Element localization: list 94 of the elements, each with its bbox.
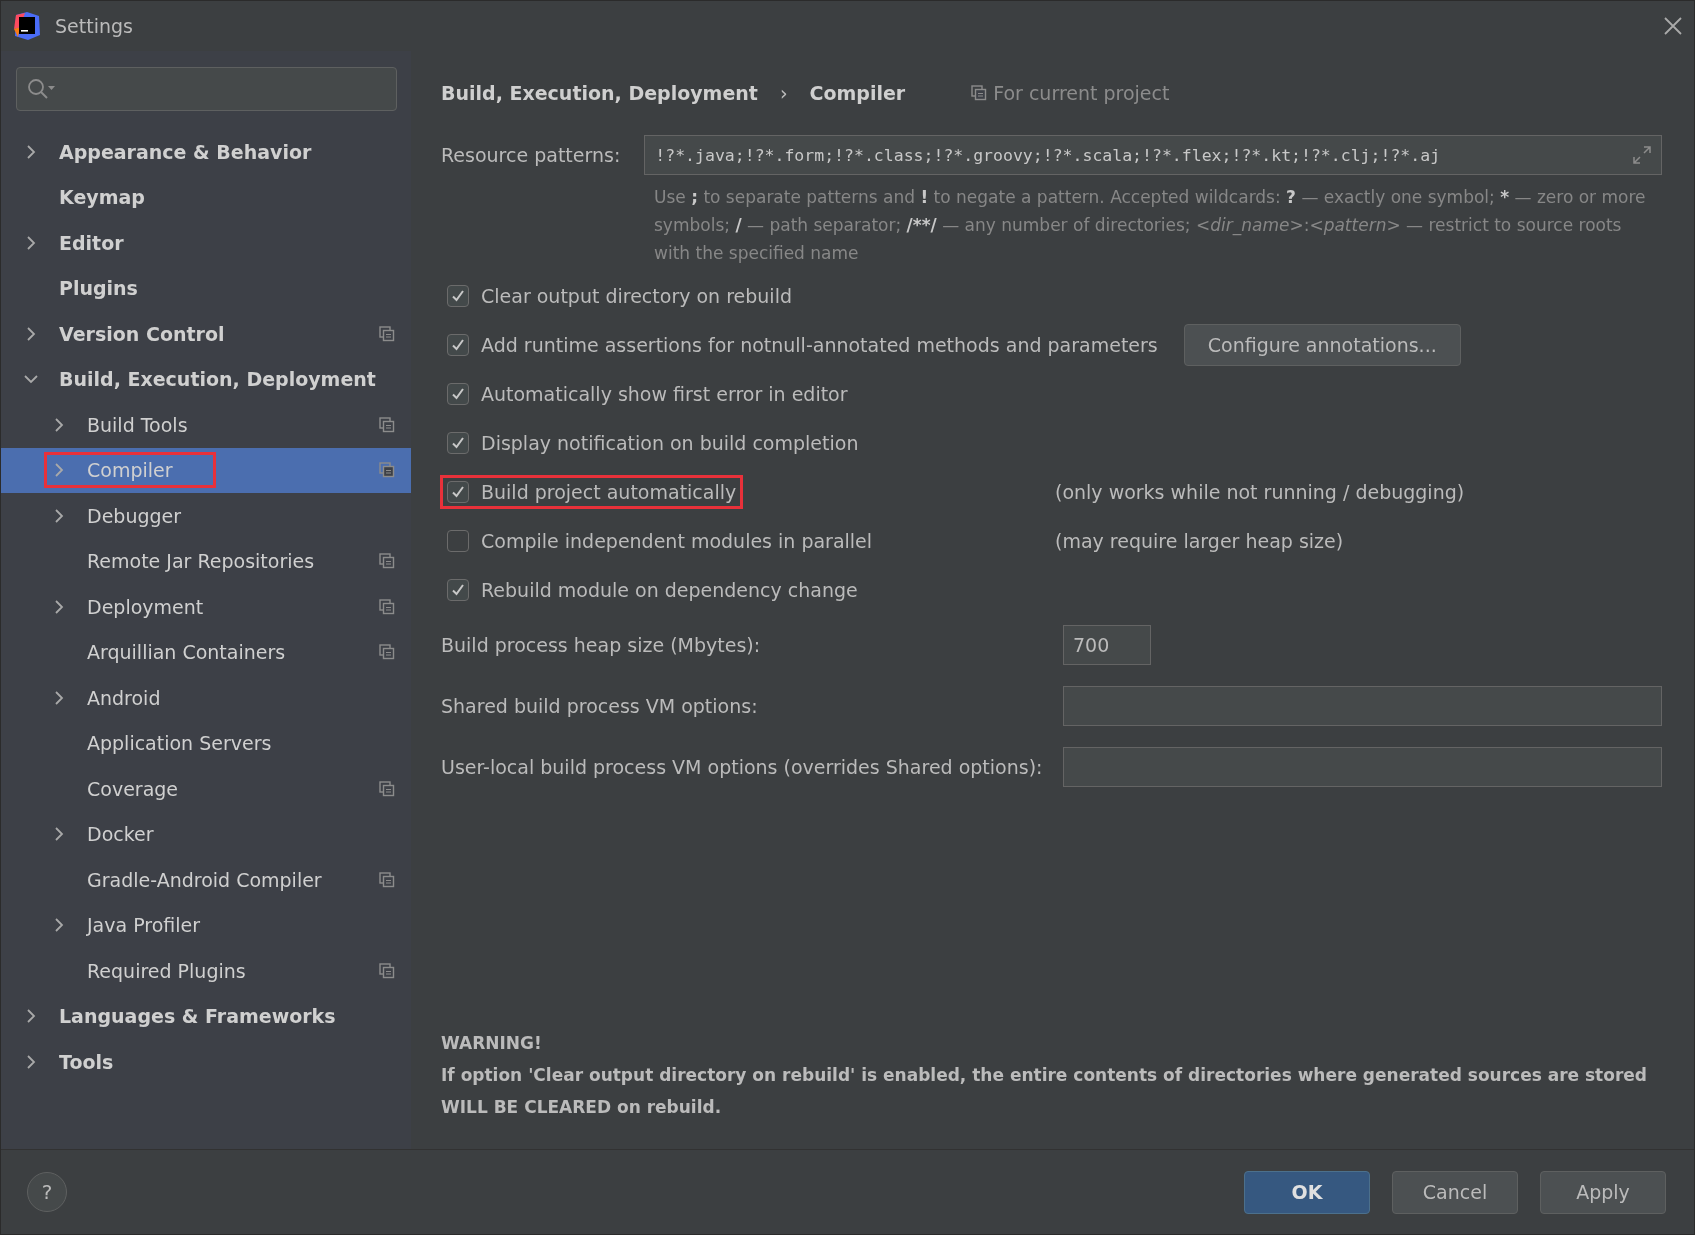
tree-item[interactable]: Keymap: [1, 174, 411, 220]
tree-item[interactable]: Android: [1, 675, 411, 721]
option-note: (only works while not running / debugging): [1055, 480, 1465, 503]
tree-item-label: Arquillian Containers: [87, 641, 286, 664]
copy-icon: [379, 644, 395, 661]
copy-icon: [379, 553, 395, 570]
tree-item-label: Languages & Frameworks: [59, 1005, 336, 1028]
copy-icon: [971, 85, 988, 101]
tree-item-label: Appearance & Behavior: [59, 140, 312, 163]
help-button[interactable]: ?: [27, 1172, 67, 1212]
tree-item-label: Docker: [87, 823, 154, 846]
checkbox[interactable]: [447, 333, 469, 356]
tree-item[interactable]: Build Tools: [1, 402, 411, 448]
copy-icon: [379, 962, 395, 979]
tree-item-label: Gradle-Android Compiler: [87, 868, 322, 891]
copy-icon: [379, 871, 395, 888]
hint-text: Use ; to separate patterns and ! to negate a pattern. Accepted wildcards: ? — exactly one symbol; * — zero or more symbols; / — path separator; /**/ — any number of directories; <dir_name>:<pattern> — restrict to source roots with the specified name: [654, 186, 1647, 265]
configure-button[interactable]: Configure annotations...: [1183, 323, 1461, 366]
checkbox[interactable]: [447, 480, 469, 503]
close-icon[interactable]: [1664, 17, 1682, 35]
breadcrumb-link[interactable]: Build, Execution, Deployment: [441, 82, 758, 104]
checkbox[interactable]: [447, 382, 469, 405]
warning-text: WILL BE CLEARED on rebuild.: [441, 1096, 723, 1119]
tree-item-label: Application Servers: [87, 732, 272, 755]
checkbox-label: Clear output directory on rebuild: [481, 284, 792, 307]
field-label: Resource patterns:: [441, 144, 621, 166]
tree-item[interactable]: Deployment: [1, 584, 411, 630]
copy-icon: [379, 462, 395, 479]
checkbox-label: Compile independent modules in parallel: [481, 529, 873, 552]
tree-item-label: Build, Execution, Deployment: [59, 368, 376, 391]
tree-item-label: Debugger: [87, 504, 182, 527]
dialog-button[interactable]: Cancel: [1392, 1170, 1518, 1214]
tree-item[interactable]: Java Profiler: [1, 902, 411, 948]
tree-item[interactable]: Application Servers: [1, 720, 411, 766]
tree-item-label: Java Profiler: [87, 914, 201, 937]
resource-patterns-field[interactable]: !?*.java;!?*.form;!?*.class;!?*.groovy;!?*.scala;!?*.flex;!?*.kt;!?*.clj;!?*.aj: [644, 135, 1662, 175]
tree-item-label: Required Plugins: [87, 959, 246, 982]
checkbox[interactable]: [447, 529, 469, 552]
tree-item[interactable]: Remote Jar Repositories: [1, 538, 411, 584]
search-field[interactable]: [16, 67, 397, 111]
tree-item[interactable]: Languages & Frameworks: [1, 993, 411, 1039]
field-label: Shared build process VM options:: [441, 694, 759, 717]
warning-title: WARNING!: [441, 1032, 543, 1055]
tree-item[interactable]: Plugins: [1, 265, 411, 311]
option-note: (may require larger heap size): [1055, 529, 1344, 552]
field-label: User-local build process VM options (overrides Shared options):: [441, 755, 1044, 778]
tree-item-label: Build Tools: [87, 413, 188, 436]
copy-icon: [379, 598, 395, 615]
field-label: Build process heap size (Mbytes):: [441, 633, 762, 656]
checkbox-label: Rebuild module on dependency change: [481, 578, 858, 601]
window-title: Settings: [55, 15, 133, 37]
tree-item[interactable]: Required Plugins: [1, 948, 411, 994]
tree-item-label: Remote Jar Repositories: [87, 550, 315, 573]
checkbox-label: Display notification on build completion: [481, 431, 859, 454]
tree-item-label: Plugins: [59, 277, 138, 300]
search-icon: [27, 78, 57, 100]
tree-item[interactable]: Debugger: [1, 493, 411, 539]
breadcrumb-current: Compiler: [809, 82, 906, 104]
dialog-button[interactable]: OK: [1244, 1170, 1370, 1214]
breadcrumb-separator: ›: [779, 82, 788, 104]
input-field[interactable]: 700: [1063, 624, 1151, 665]
tree-item[interactable]: Editor: [1, 220, 411, 266]
tree-item[interactable]: Arquillian Containers: [1, 629, 411, 675]
tree-item[interactable]: Appearance & Behavior: [1, 129, 411, 175]
input-field[interactable]: [1063, 746, 1662, 787]
tree-item-label: Version Control: [59, 322, 225, 345]
app-logo-icon: [13, 11, 41, 41]
tree-item-label: Keymap: [59, 186, 145, 209]
checkbox-label: Build project automatically: [481, 480, 737, 503]
tree-item-label: Editor: [59, 231, 124, 254]
tree-item-label: Coverage: [87, 777, 179, 800]
checkbox-label: Automatically show first error in editor: [481, 382, 848, 405]
copy-icon: [379, 416, 395, 433]
tree-item[interactable]: Coverage: [1, 766, 411, 812]
copy-icon: [379, 325, 395, 342]
warning-text: If option 'Clear output directory on rebuild' is enabled, the entire contents of directories where generated sources are stored: [441, 1064, 1648, 1087]
checkbox[interactable]: [447, 431, 469, 454]
checkbox[interactable]: [447, 284, 469, 307]
input-field[interactable]: [1063, 685, 1662, 726]
tree-item[interactable]: Gradle-Android Compiler: [1, 857, 411, 903]
tree-item[interactable]: Build, Execution, Deployment: [1, 356, 411, 402]
checkbox-label: Add runtime assertions for notnull-annotated methods and parameters: [481, 333, 1158, 356]
expand-icon[interactable]: [1632, 145, 1652, 165]
dialog-button[interactable]: Apply: [1540, 1170, 1666, 1214]
tree-item-label: Tools: [59, 1050, 114, 1073]
tree-item[interactable]: Version Control: [1, 311, 411, 357]
tree-item-label: Android: [87, 686, 161, 709]
scope-label: For current project: [993, 82, 1170, 104]
tree-item[interactable]: Tools: [1, 1039, 411, 1085]
tree-item-label: Deployment: [87, 595, 204, 618]
tree-item[interactable]: Docker: [1, 811, 411, 857]
copy-icon: [379, 780, 395, 797]
checkbox[interactable]: [447, 578, 469, 601]
tree-item-label: Compiler: [87, 459, 173, 482]
